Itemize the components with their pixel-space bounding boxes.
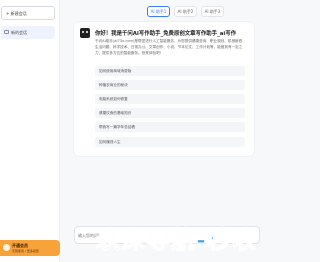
welcome-description: 千问AI助手(ai73x.com)是帮您进行人工智能服务，为您提供健康咨询、职业… bbox=[95, 39, 246, 55]
suggestion-item[interactable]: 电脑系统如何修复 bbox=[95, 94, 245, 104]
sidebar: + 新建会话 新的会话 开通会员 无限使用 / 更多模型 bbox=[0, 0, 60, 262]
chat-bubble-icon bbox=[4, 30, 9, 34]
suggestion-item[interactable]: 帮我写一篇学年总结稿 bbox=[95, 122, 245, 132]
assistant-logo bbox=[80, 28, 90, 38]
membership-promo-banner[interactable]: 开通会员 无限使用 / 更多模型 bbox=[0, 240, 60, 256]
tab-assistant-3[interactable]: AI 助手3 bbox=[201, 6, 224, 17]
new-chat-button[interactable]: + 新建会话 bbox=[1, 6, 55, 20]
conversation-label: 新的会话 bbox=[11, 30, 27, 35]
tab-assistant-2[interactable]: AI 助手2 bbox=[174, 6, 197, 17]
sidebar-conversation-item[interactable]: 新的会话 bbox=[1, 26, 55, 39]
crown-icon bbox=[3, 244, 10, 251]
suggestion-item[interactable]: 如何使用商城消费版 bbox=[95, 66, 245, 76]
welcome-title: 你好！我是千问AI写作助手_免费原创文章写作助手_ai写作 bbox=[95, 31, 237, 37]
suggestion-item[interactable]: 种植农商业的秘诀 bbox=[95, 80, 245, 90]
suggestion-item[interactable]: 健康饮食的基础知识 bbox=[95, 108, 245, 118]
suggestion-item[interactable]: 如何赚钱人生 bbox=[95, 137, 245, 147]
tab-assistant-1[interactable]: AI 助手1 bbox=[147, 6, 170, 17]
site-watermark: 玖涞导航-秒收 bbox=[96, 226, 257, 255]
promo-subtitle: 无限使用 / 更多模型 bbox=[12, 249, 39, 253]
